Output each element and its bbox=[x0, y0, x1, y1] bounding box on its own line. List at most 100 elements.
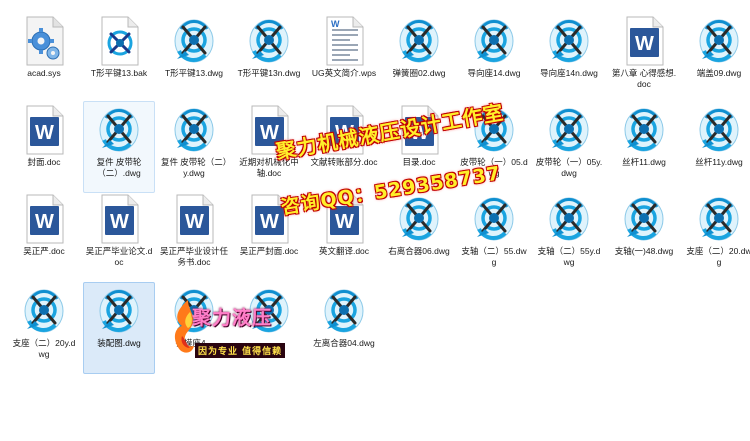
svg-text:W: W bbox=[185, 211, 204, 233]
file-name: 丝杆11y.dwg bbox=[695, 157, 743, 167]
file-item[interactable]: W 近期对机械化中轴.doc bbox=[233, 101, 305, 193]
autocad-drawing-icon bbox=[696, 193, 742, 245]
file-name: acad.sys bbox=[27, 68, 61, 78]
file-item[interactable]: T形平键13.bak bbox=[83, 12, 155, 104]
word-document-icon: W bbox=[21, 104, 67, 156]
autocad-drawing-icon bbox=[396, 193, 442, 245]
file-item[interactable]: 丝杆11.dwg bbox=[608, 101, 680, 193]
file-name: 支轴（二）55.dwg bbox=[461, 246, 527, 267]
file-name: 第八章 心得感想.doc bbox=[611, 68, 677, 89]
file-item[interactable]: 复件 皮带轮（二）y.dwg bbox=[158, 101, 230, 193]
file-item[interactable]: 左离合器04.dwg bbox=[308, 282, 380, 374]
file-grid: acad.sys T形平键13.bak T形平键13.dwg T形平键13n.dwg W… bbox=[0, 0, 750, 441]
svg-text:W: W bbox=[635, 33, 654, 55]
file-item[interactable]: 端盖09.dwg bbox=[683, 12, 750, 104]
file-item[interactable]: 导向座14n.dwg bbox=[533, 12, 605, 104]
file-name: UG英文简介.wps bbox=[311, 68, 377, 78]
file-name: 皮带轮（一）05y.dwg bbox=[535, 157, 603, 178]
svg-text:W: W bbox=[110, 211, 129, 233]
file-item[interactable]: T形平键13.dwg bbox=[158, 12, 230, 104]
wps-document-icon: W bbox=[321, 15, 367, 67]
file-item[interactable]: W 吴正严封面.doc bbox=[233, 190, 305, 282]
file-item[interactable]: 支座（二）20.dwg bbox=[683, 190, 750, 282]
file-item[interactable]: 皮带轮（一）05y.dwg bbox=[533, 101, 605, 193]
file-name: T形平键13.bak bbox=[90, 68, 148, 78]
file-item[interactable]: W 英文翻译.doc bbox=[308, 190, 380, 282]
autocad-drawing-icon bbox=[246, 285, 292, 337]
file-item[interactable]: 装配图.dwg bbox=[83, 282, 155, 374]
file-item[interactable]: 导向座14.dwg bbox=[458, 12, 530, 104]
autocad-drawing-icon bbox=[171, 15, 217, 67]
autocad-drawing-icon bbox=[696, 15, 742, 67]
file-item[interactable]: W 文献转账部分.doc bbox=[308, 101, 380, 193]
file-name: 复件 皮带轮（二）y.dwg bbox=[160, 157, 228, 178]
file-name: 近期对机械化中轴.doc bbox=[239, 157, 299, 178]
file-item[interactable]: 支座（二）20y.dwg bbox=[8, 282, 80, 374]
file-name: 装配图.dwg bbox=[97, 338, 141, 348]
file-item[interactable]: 皮带轮（一）05.dwg bbox=[458, 101, 530, 193]
file-item[interactable]: 支轴(一)48.dwg bbox=[608, 190, 680, 282]
file-name: ... bbox=[265, 338, 273, 348]
autocad-drawing-icon bbox=[696, 104, 742, 156]
file-item[interactable]: W 封面.doc bbox=[8, 101, 80, 193]
file-name: 吴正严毕业设计任务书.doc bbox=[160, 246, 229, 267]
svg-text:W: W bbox=[331, 19, 340, 29]
word-document-icon: W bbox=[621, 15, 667, 67]
file-name: 端盖09.dwg bbox=[696, 68, 742, 78]
file-name: 左离合器04.dwg bbox=[313, 338, 375, 348]
autocad-drawing-icon bbox=[471, 193, 517, 245]
autocad-backup-icon bbox=[96, 15, 142, 67]
autocad-drawing-icon bbox=[321, 285, 367, 337]
autocad-drawing-icon bbox=[471, 15, 517, 67]
file-name: 钻模座4... bbox=[175, 338, 213, 348]
file-name: 英文翻译.doc bbox=[318, 246, 370, 256]
file-name: 导向座14.dwg bbox=[467, 68, 521, 78]
file-item[interactable]: acad.sys bbox=[8, 12, 80, 104]
file-item[interactable]: 支轴（二）55y.dwg bbox=[533, 190, 605, 282]
autocad-drawing-icon bbox=[546, 15, 592, 67]
file-name: T形平键13.dwg bbox=[164, 68, 224, 78]
file-item[interactable]: W UG英文简介.wps bbox=[308, 12, 380, 104]
autocad-drawing-icon bbox=[546, 104, 592, 156]
svg-text:W: W bbox=[35, 122, 54, 144]
word-document-icon: W bbox=[396, 104, 442, 156]
word-document-icon: W bbox=[171, 193, 217, 245]
file-name: 导向座14n.dwg bbox=[540, 68, 598, 78]
word-document-icon: W bbox=[246, 193, 292, 245]
file-name: 文献转账部分.doc bbox=[310, 157, 378, 167]
file-name: 丝杆11.dwg bbox=[622, 157, 666, 167]
file-item[interactable]: W 第八章 心得感想.doc bbox=[608, 12, 680, 104]
autocad-drawing-icon bbox=[21, 285, 67, 337]
autocad-drawing-icon bbox=[396, 15, 442, 67]
word-document-icon: W bbox=[246, 104, 292, 156]
svg-text:W: W bbox=[260, 122, 279, 144]
file-item[interactable]: ... bbox=[233, 282, 305, 374]
file-name: 吴正严.doc bbox=[23, 246, 65, 256]
file-item[interactable]: W 吴正严.doc bbox=[8, 190, 80, 282]
file-item[interactable]: 丝杆11y.dwg bbox=[683, 101, 750, 193]
svg-text:W: W bbox=[410, 122, 429, 144]
word-document-icon: W bbox=[321, 104, 367, 156]
autocad-drawing-icon bbox=[546, 193, 592, 245]
file-item[interactable]: W 吴正严毕业论文.doc bbox=[83, 190, 155, 282]
svg-text:W: W bbox=[335, 211, 354, 233]
word-document-icon: W bbox=[21, 193, 67, 245]
file-item[interactable]: 支轴（二）55.dwg bbox=[458, 190, 530, 282]
word-document-icon: W bbox=[321, 193, 367, 245]
file-item[interactable]: 右离合器06.dwg bbox=[383, 190, 455, 282]
file-item[interactable]: T形平键13n.dwg bbox=[233, 12, 305, 104]
file-item[interactable]: W 吴正严毕业设计任务书.doc bbox=[158, 190, 230, 282]
svg-text:W: W bbox=[260, 211, 279, 233]
file-name: 吴正严毕业论文.doc bbox=[85, 246, 153, 267]
autocad-drawing-icon bbox=[96, 285, 142, 337]
file-name: 支轴(一)48.dwg bbox=[614, 246, 674, 256]
file-name: 皮带轮（一）05.dwg bbox=[460, 157, 528, 178]
file-item[interactable]: W 目录.doc bbox=[383, 101, 455, 193]
file-name: 支轴（二）55y.dwg bbox=[537, 246, 601, 267]
file-item[interactable]: 钻模座4... bbox=[158, 282, 230, 374]
autocad-drawing-icon bbox=[246, 15, 292, 67]
file-item[interactable]: 弹簧圈02.dwg bbox=[383, 12, 455, 104]
file-item[interactable]: 复件 皮带轮（二）.dwg bbox=[83, 101, 155, 193]
autocad-drawing-icon bbox=[171, 104, 217, 156]
file-name: T形平键13n.dwg bbox=[237, 68, 301, 78]
